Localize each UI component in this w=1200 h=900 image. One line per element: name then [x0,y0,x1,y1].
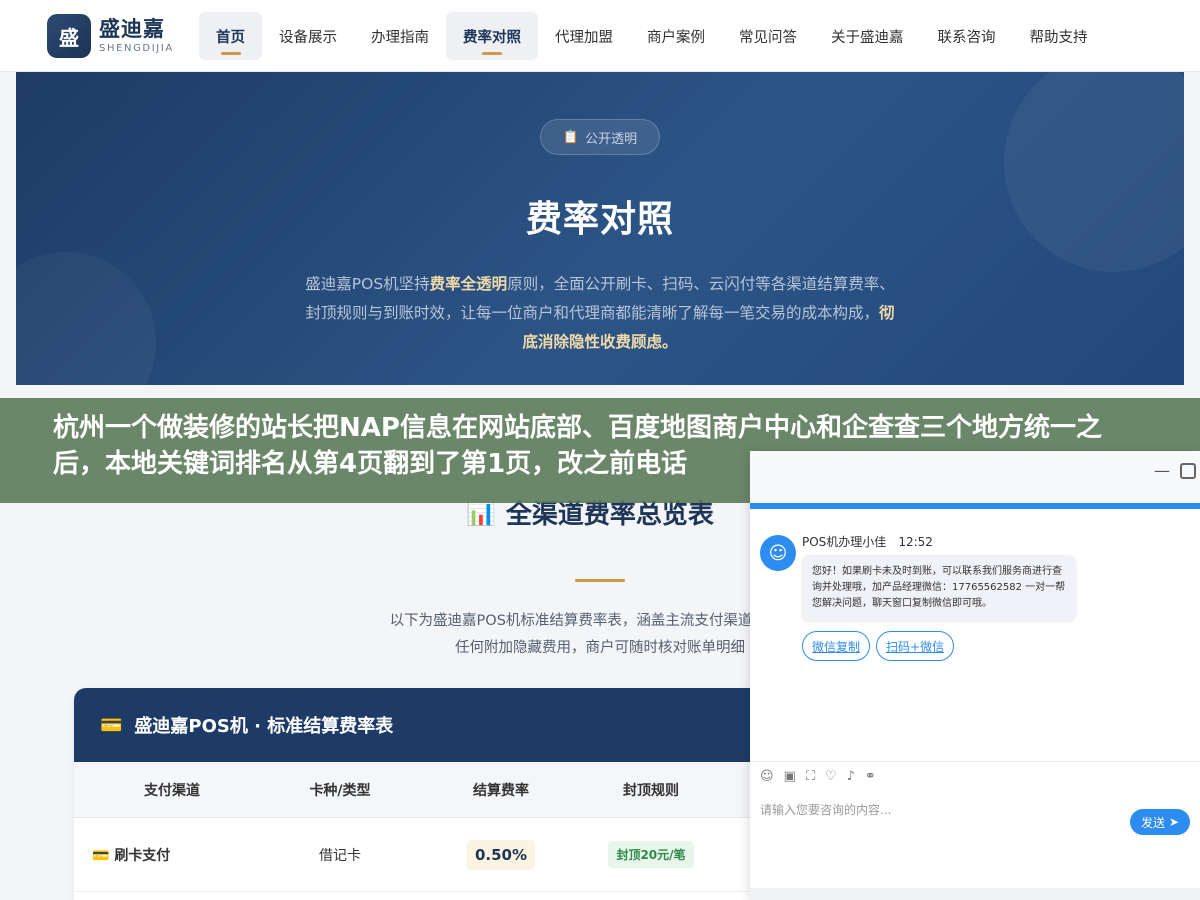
rating-icon[interactable]: ♡ [825,769,837,784]
nav-guide[interactable]: 办理指南 [354,12,446,60]
cell-rate: 0.50% [410,839,592,870]
logo-mark: 盛 [47,14,91,58]
col-cap: 封顶规则 [623,782,679,799]
minimize-icon[interactable]: — [1154,461,1170,480]
copy-wechat-button[interactable]: 微信复制 [802,631,871,661]
nav-about[interactable]: 关于盛迪嘉 [814,12,921,60]
page-title: 费率对照 [525,199,674,240]
main-nav: 首页 设备展示 办理指南 费率对照 代理加盟 商户案例 常见问答 关于盛迪嘉 联… [199,12,1105,60]
cell-type: 借记卡 [319,847,361,864]
cell-cap: 封顶20元/笔 [592,841,710,868]
send-icon: ➤ [1168,815,1180,829]
col-type: 卡种/类型 [309,782,371,799]
chat-titlebar: — [750,451,1200,503]
agent-name: POS机办理小佳 12:52 [802,535,933,549]
hero-description: 盛迪嘉POS机坚持费率全透明原则，全面公开刷卡、扫码、云闪付等各渠道结算费率、封… [305,275,895,351]
nav-agency[interactable]: 代理加盟 [538,12,630,60]
image-icon[interactable]: ▣ [784,769,796,784]
credit-card-icon: 💳 [92,847,110,864]
chat-history-icon[interactable]: ⚭ [865,769,876,784]
nav-faq[interactable]: 常见问答 [722,12,814,60]
col-rate: 结算费率 [473,782,529,799]
col-channel: 支付渠道 [144,782,200,799]
nav-help[interactable]: 帮助支持 [1013,12,1105,60]
send-button[interactable]: 发送 ➤ [1130,809,1190,835]
chat-widget: — ☺ POS机办理小佳 12:52 您好！如果刷卡未及时到账，可以联系我们服务商… [750,451,1200,900]
screenshot-icon[interactable]: ⛶ [806,769,815,784]
chat-input[interactable]: 请输入您要咨询的内容... [760,801,891,818]
hero-badge: 📋 公开透明 [540,119,660,155]
emoji-icon[interactable]: ☺ [760,769,774,784]
credit-card-icon: 💳 [100,714,123,736]
agent-avatar: ☺ [760,535,796,571]
nav-rates[interactable]: 费率对照 [446,12,538,60]
sound-icon[interactable]: ♪ [847,769,855,784]
chat-message: 您好！如果刷卡未及时到账，可以联系我们服务商进行查询并处理哦，加产品经理微信：1… [802,555,1076,621]
chat-toolbar: ☺ ▣ ⛶ ♡ ♪ ⚭ [760,769,876,784]
hero-banner: 📋 公开透明 费率对照 盛迪嘉POS机坚持费率全透明原则，全面公开刷卡、扫码、云… [16,72,1184,385]
logo-en: SHENGDIJIA [99,43,174,55]
maximize-icon[interactable] [1180,463,1196,479]
site-header: 盛 盛迪嘉 SHENGDIJIA 首页 设备展示 办理指南 费率对照 代理加盟 … [0,0,1200,72]
section-divider [575,579,625,582]
scan-wechat-button[interactable]: 扫码+微信 [876,631,955,661]
nav-devices[interactable]: 设备展示 [262,12,354,60]
nav-home[interactable]: 首页 [199,12,262,60]
nav-cases[interactable]: 商户案例 [630,12,722,60]
nav-contact[interactable]: 联系咨询 [921,12,1013,60]
logo-name: 盛迪嘉 [99,16,165,41]
clipboard-icon: 📋 [562,129,580,145]
logo[interactable]: 盛 盛迪嘉 SHENGDIJIA [47,14,174,58]
cell-channel: 💳 刷卡支付 [92,847,171,864]
